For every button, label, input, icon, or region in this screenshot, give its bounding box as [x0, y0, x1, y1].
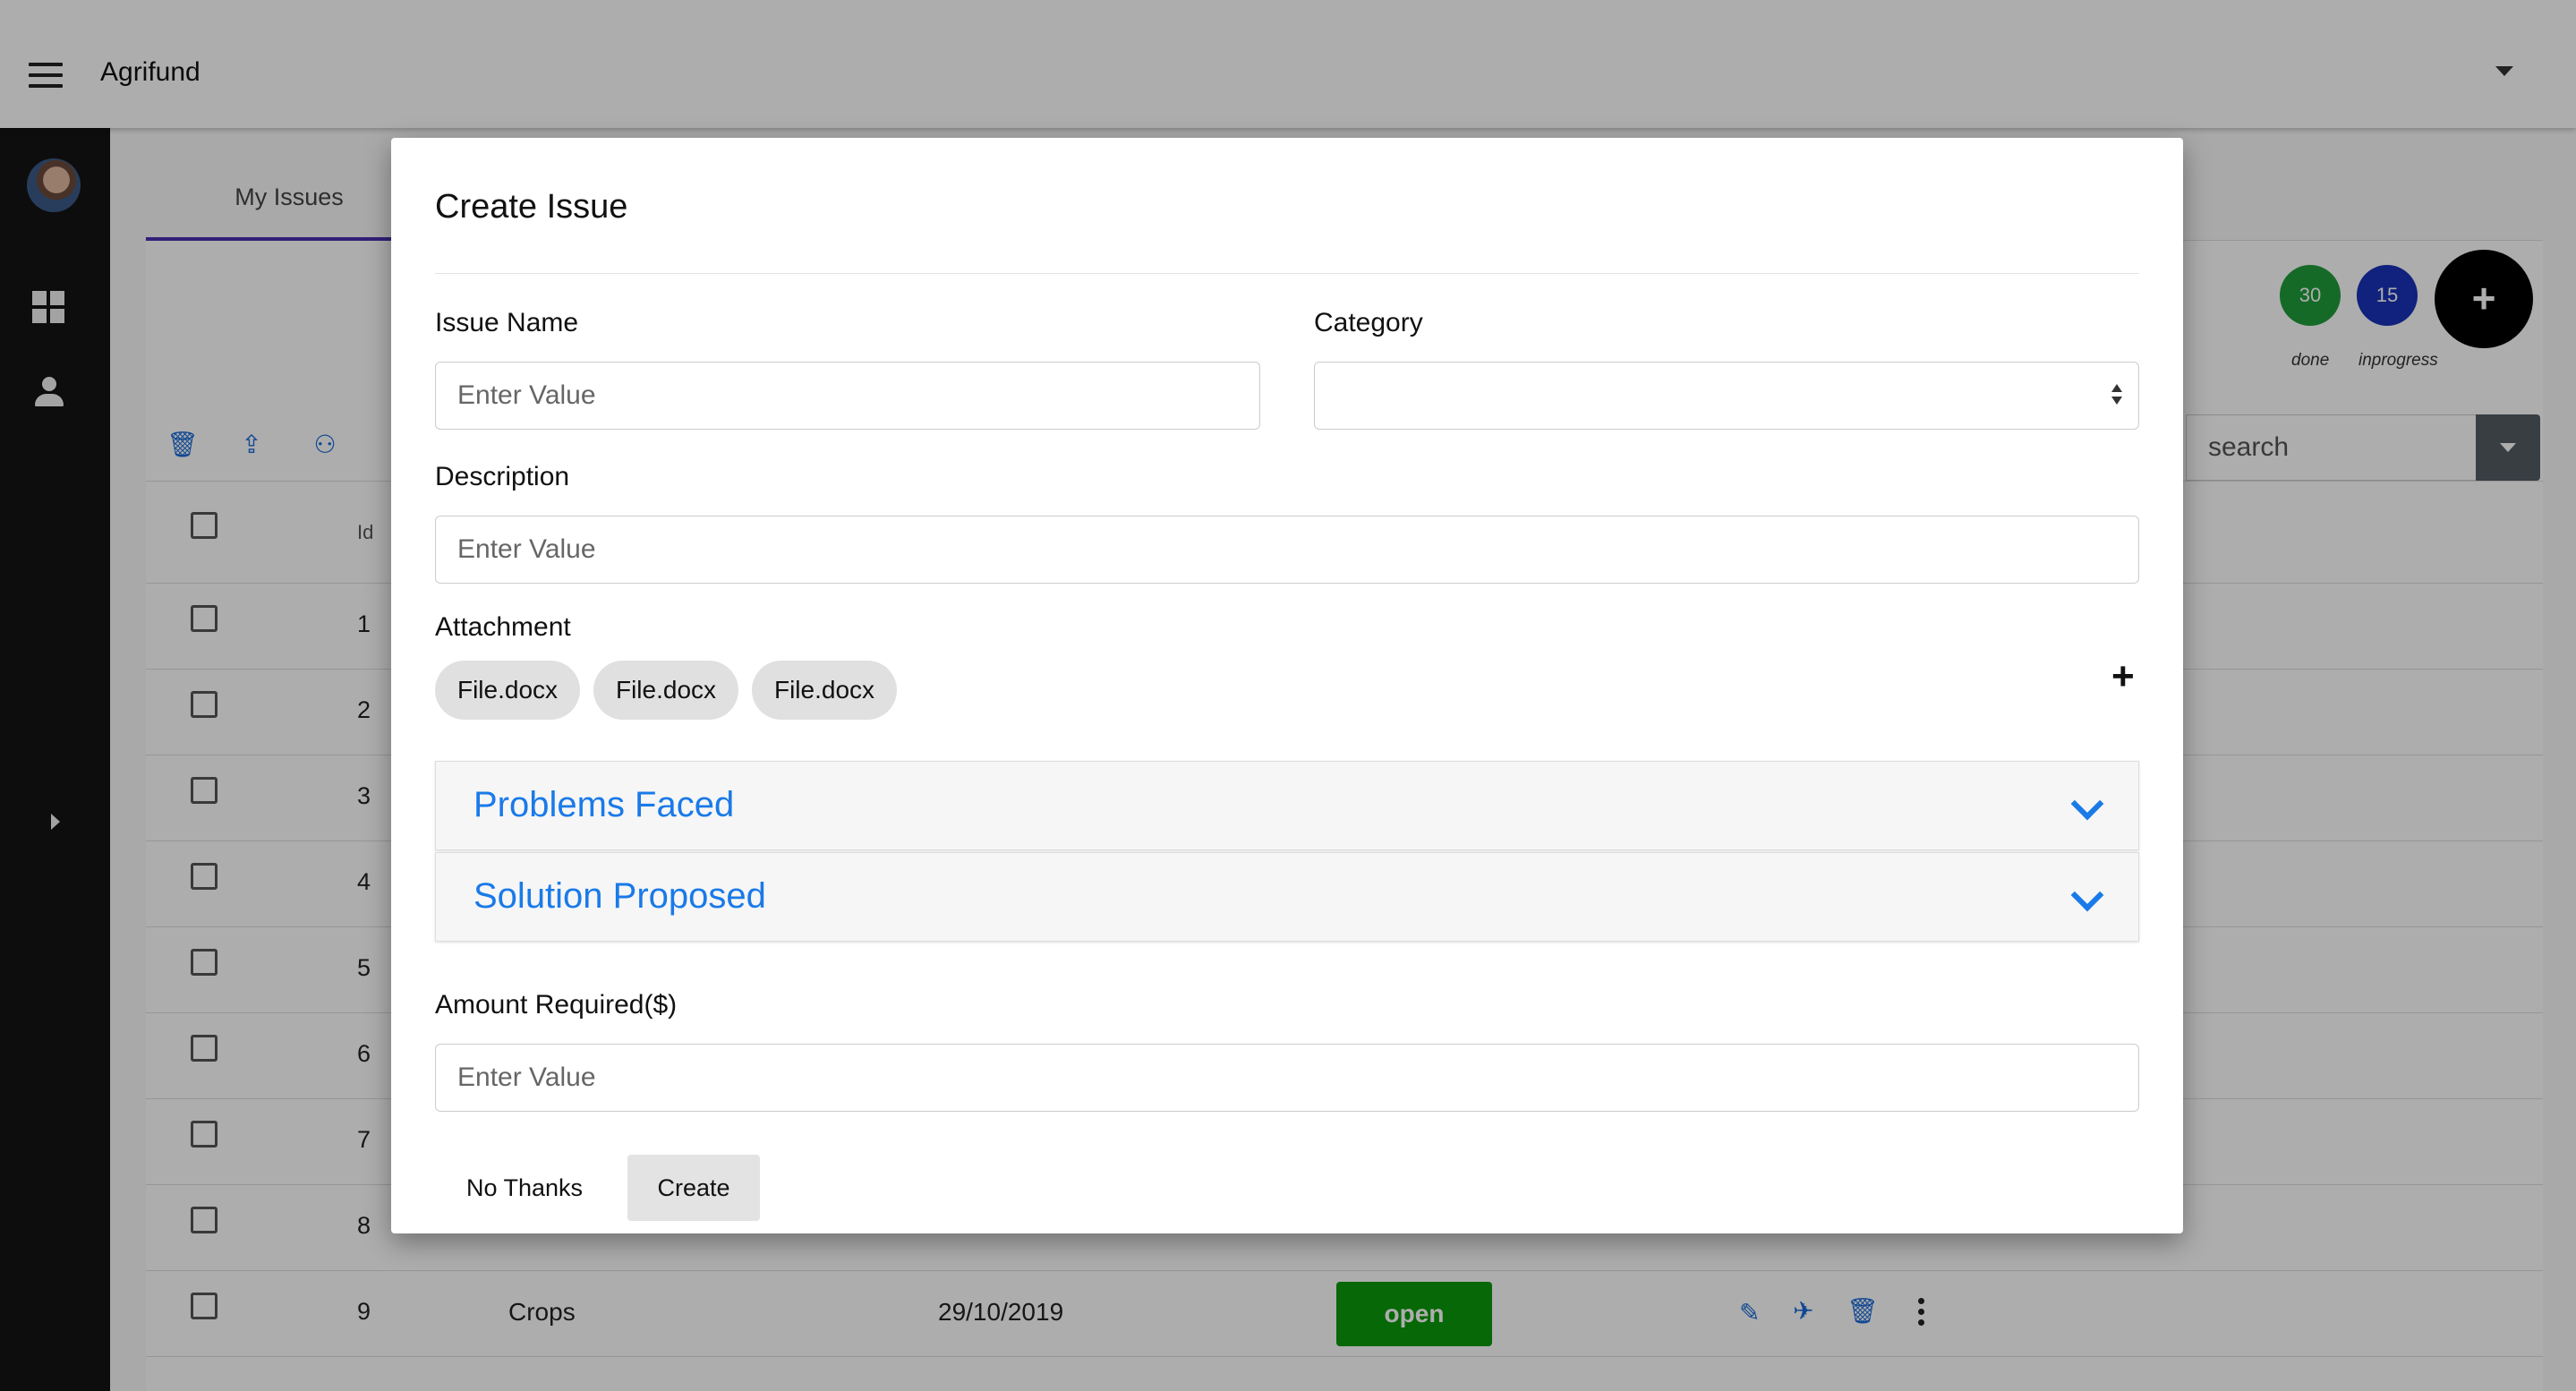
attachment-label: Attachment: [435, 612, 571, 642]
attachment-chip[interactable]: File.docx: [752, 661, 897, 720]
amount-required-input[interactable]: Enter Value: [435, 1044, 2139, 1112]
category-select[interactable]: [1314, 362, 2139, 430]
dialog-title: Create Issue: [435, 188, 628, 226]
description-label: Description: [435, 462, 570, 491]
accordion-title: Problems Faced: [473, 785, 735, 824]
divider: [435, 273, 2139, 274]
attachment-chip[interactable]: File.docx: [593, 661, 738, 720]
chevron-down-icon: [2070, 878, 2104, 912]
solution-proposed-accordion[interactable]: Solution Proposed: [435, 852, 2139, 942]
create-issue-dialog: Create Issue Issue Name Enter Value Cate…: [391, 138, 2183, 1233]
add-attachment-icon[interactable]: +: [2111, 657, 2135, 696]
problems-faced-accordion[interactable]: Problems Faced: [435, 761, 2139, 850]
description-input[interactable]: Enter Value: [435, 516, 2139, 584]
accordion-title: Solution Proposed: [473, 876, 766, 916]
chevron-down-icon: [2070, 787, 2104, 821]
issue-name-label: Issue Name: [435, 308, 579, 337]
issue-name-input[interactable]: Enter Value: [435, 362, 1260, 430]
no-thanks-button[interactable]: No Thanks: [435, 1155, 614, 1221]
select-arrows-icon: [2111, 384, 2122, 409]
category-label: Category: [1314, 308, 1423, 337]
amount-required-label: Amount Required($): [435, 990, 678, 1020]
attachment-chip[interactable]: File.docx: [435, 661, 580, 720]
create-button[interactable]: Create: [627, 1155, 760, 1221]
